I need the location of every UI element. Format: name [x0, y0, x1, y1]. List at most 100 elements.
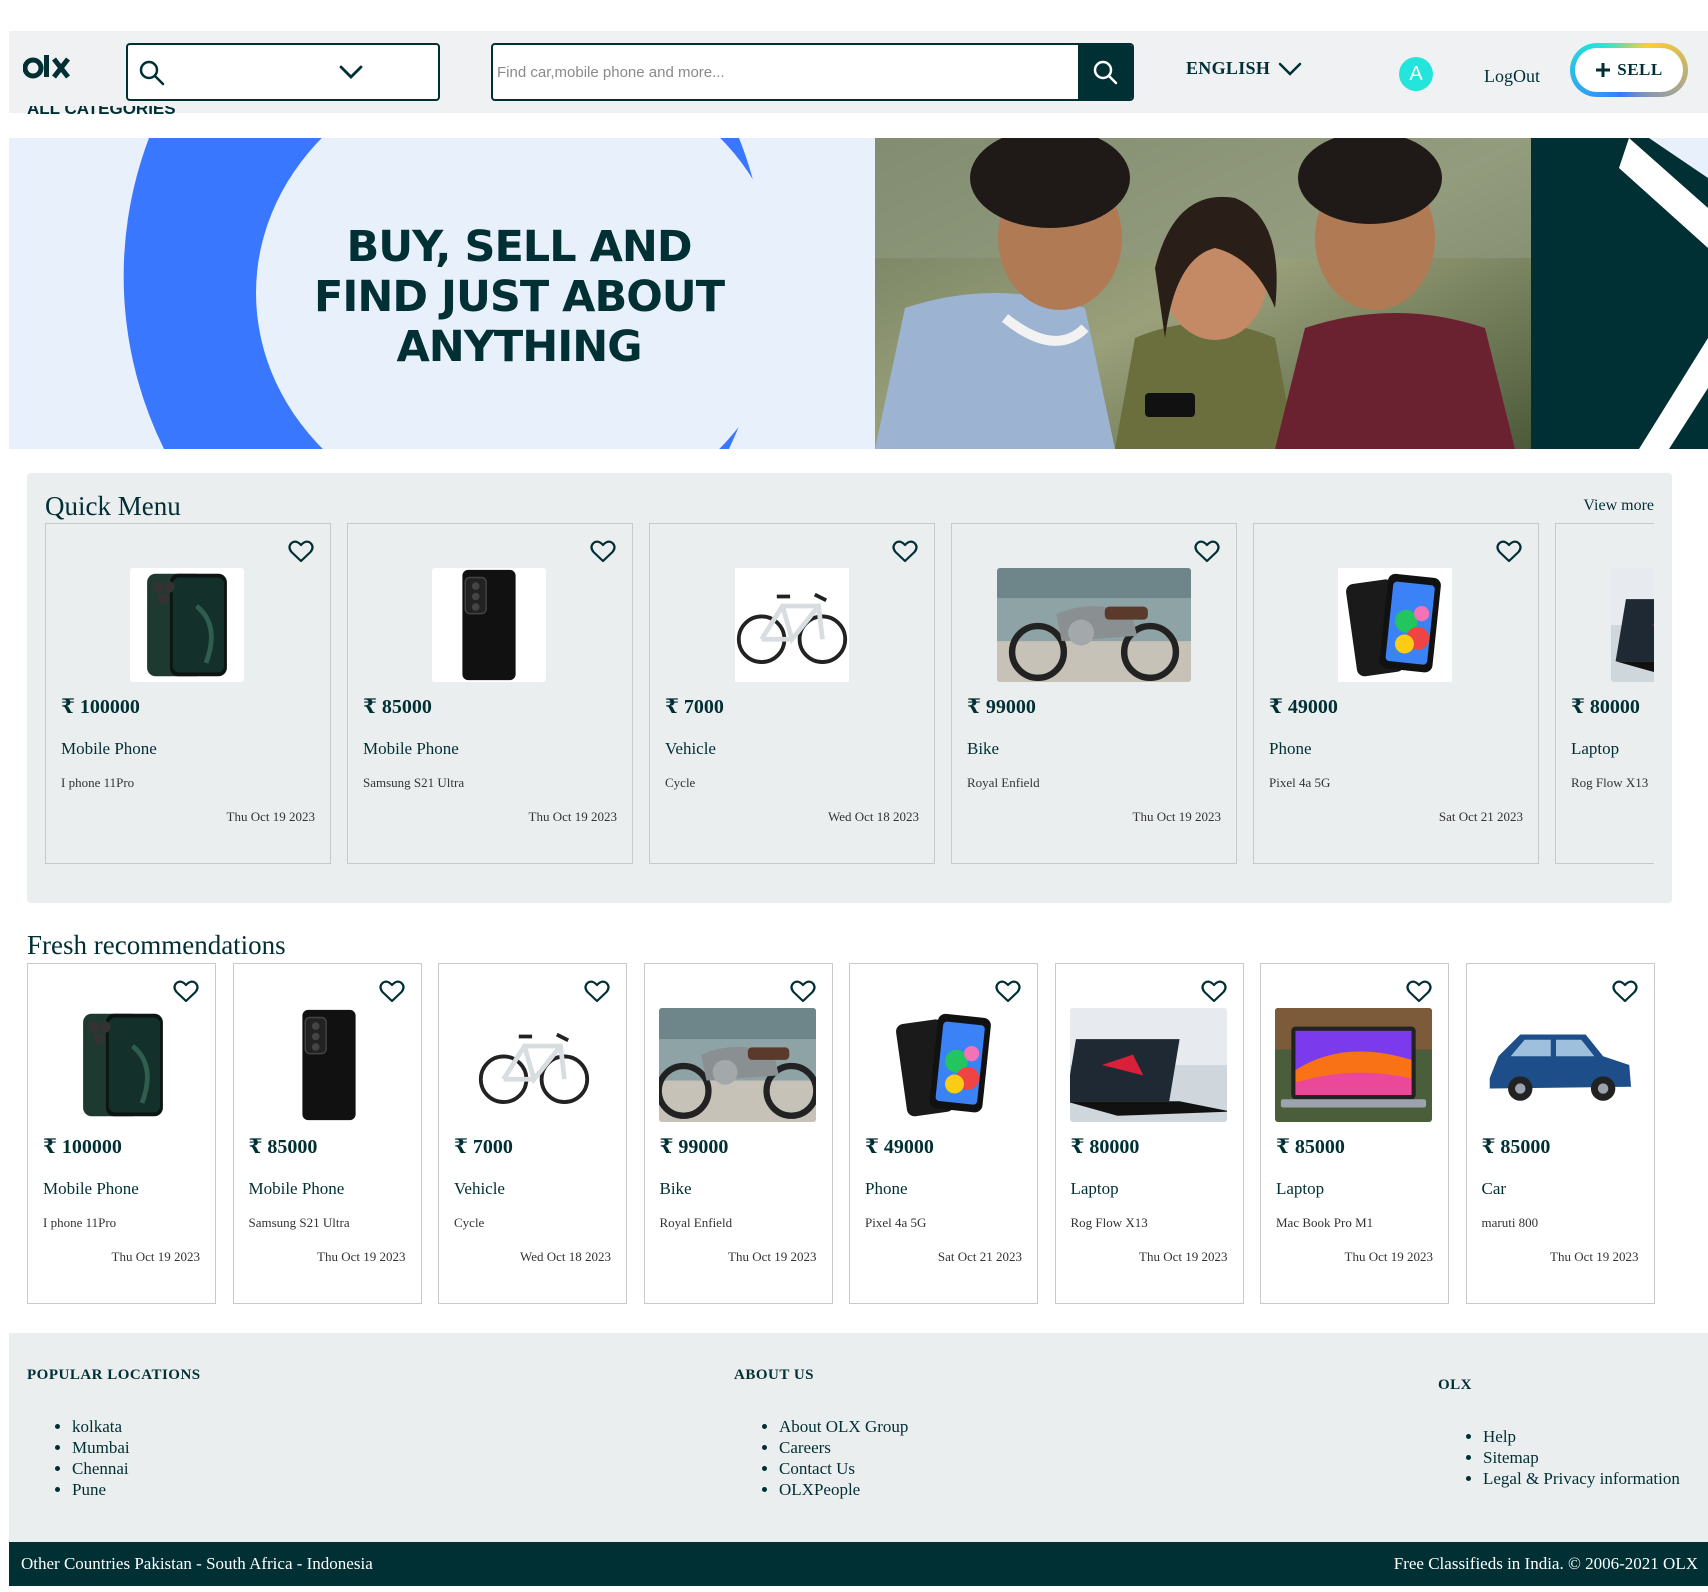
- heart-icon[interactable]: [1496, 540, 1522, 564]
- favorite-button[interactable]: [584, 980, 610, 1009]
- heart-icon[interactable]: [995, 980, 1021, 1004]
- favorite-button[interactable]: [590, 540, 616, 569]
- banner-headline-line3: ANYTHING: [396, 322, 642, 372]
- product-price: ₹ 80000: [1571, 696, 1640, 718]
- favorite-button[interactable]: [1200, 980, 1227, 1009]
- product-category: Laptop: [1070, 1179, 1119, 1198]
- heart-icon[interactable]: [584, 980, 610, 1004]
- favorite-button[interactable]: [1496, 540, 1522, 569]
- footer-link[interactable]: Legal & Privacy information: [1483, 1468, 1680, 1489]
- footer-link[interactable]: Mumbai: [72, 1437, 201, 1458]
- product-model: Pixel 4a 5G: [1269, 775, 1331, 790]
- product-date: Thu Oct 19 2023: [1139, 1249, 1228, 1264]
- olx-links-list: Help Sitemap Legal & Privacy information: [1438, 1426, 1680, 1489]
- product-price: ₹ 85000: [248, 1136, 318, 1158]
- footer-link[interactable]: kolkata: [72, 1416, 201, 1437]
- product-price: ₹ 99000: [967, 696, 1036, 718]
- fresh-recommendations-grid: ₹ 100000 Mobile Phone I phone 11Pro Thu Oct…: [27, 963, 1657, 1304]
- footer-link[interactable]: About OLX Group: [779, 1416, 908, 1437]
- product-date: Sat Oct 21 2023: [937, 1249, 1022, 1264]
- product-card[interactable]: ₹ 7000 Vehicle Cycle Wed Oct 18 2023: [438, 963, 627, 1304]
- product-card[interactable]: ₹ 99000 Bike Royal Enfield Thu Oct 19 2023: [643, 963, 833, 1304]
- footer-link[interactable]: OLXPeople: [779, 1479, 908, 1500]
- favorite-button[interactable]: [789, 980, 816, 1009]
- heart-icon[interactable]: [1611, 980, 1638, 1004]
- location-select[interactable]: [126, 43, 440, 101]
- language-selector[interactable]: ENGLISH: [1186, 58, 1302, 79]
- product-card[interactable]: ₹ 99000 Bike Royal Enfield Thu Oct 19 2023: [951, 523, 1237, 864]
- product-image: [130, 568, 244, 682]
- heart-icon[interactable]: [1200, 980, 1227, 1004]
- heart-icon[interactable]: [173, 980, 199, 1004]
- heart-icon[interactable]: [590, 540, 616, 564]
- favorite-button[interactable]: [1611, 980, 1638, 1009]
- chevron-down-icon: [1278, 62, 1302, 76]
- product-category: Bike: [659, 1179, 692, 1198]
- product-image: [997, 568, 1191, 682]
- hero-banner[interactable]: BUY, SELL AND FIND JUST ABOUT ANYTHING: [9, 138, 1708, 449]
- view-more-link[interactable]: View more: [1583, 497, 1654, 515]
- banner-headline-line2: FIND JUST ABOUT: [313, 272, 725, 322]
- product-card[interactable]: ₹ 85000 Car maruti 800 Thu Oct 19 2023: [1465, 963, 1655, 1304]
- product-date: Thu Oct 19 2023: [226, 809, 315, 824]
- about-us-list: About OLX Group Careers Contact Us OLXPe…: [734, 1416, 908, 1500]
- favorite-button[interactable]: [1194, 540, 1220, 569]
- product-card[interactable]: ₹ 49000 Phone Pixel 4a 5G Sat Oct 21 2023: [849, 963, 1038, 1304]
- logout-button[interactable]: LogOut: [1484, 66, 1540, 87]
- footer-link[interactable]: Sitemap: [1483, 1447, 1680, 1468]
- product-category: Vehicle: [454, 1179, 505, 1198]
- product-card[interactable]: ₹ 85000 Mobile Phone Samsung S21 Ultra Thu …: [347, 523, 633, 864]
- product-card[interactable]: ₹ 85000 Laptop Mac Book Pro M1 Thu Oct 19 2…: [1260, 963, 1449, 1304]
- heart-icon[interactable]: [892, 540, 918, 564]
- footer-olx: OLX Help Sitemap Legal & Privacy informa…: [1438, 1377, 1680, 1489]
- footer-link[interactable]: Contact Us: [779, 1458, 908, 1479]
- footer-popular-locations: POPULAR LOCATIONS kolkata Mumbai Chennai…: [27, 1367, 201, 1500]
- product-card[interactable]: ₹ 80000LaptopRog Flow X13Thu Oct 19 2023: [1054, 963, 1244, 1304]
- other-countries: Other Countries Pakistan - South Africa …: [21, 1554, 373, 1573]
- favorite-button[interactable]: [1406, 980, 1432, 1009]
- product-card[interactable]: ₹ 85000 Mobile Phone Samsung S21 Ultra Thu …: [232, 963, 422, 1304]
- product-image: [269, 1008, 389, 1122]
- favorite-button[interactable]: [288, 540, 314, 569]
- product-price: ₹ 85000: [1481, 1136, 1551, 1158]
- product-card[interactable]: ₹ 100000 Mobile Phone I phone 11Pro Thu Oct…: [27, 963, 216, 1304]
- product-category: Vehicle: [665, 739, 716, 758]
- heart-icon[interactable]: [378, 980, 405, 1004]
- search-input[interactable]: [493, 45, 1079, 99]
- bottom-bar: Other Countries Pakistan - South Africa …: [9, 1542, 1708, 1586]
- footer-link[interactable]: Help: [1483, 1426, 1680, 1447]
- product-price: ₹ 7000: [665, 696, 724, 718]
- heart-icon[interactable]: [789, 980, 816, 1004]
- quick-menu-carousel[interactable]: ₹ 100000 Mobile Phone I phone 11Pro Thu Oct…: [45, 523, 1654, 864]
- sell-button[interactable]: SELL: [1570, 43, 1688, 97]
- avatar[interactable]: A: [1399, 57, 1433, 91]
- favorite-button[interactable]: [995, 980, 1021, 1009]
- heart-icon[interactable]: [1406, 980, 1432, 1004]
- product-card[interactable]: ₹ 7000 Vehicle Cycle Wed Oct 18 2023: [649, 523, 935, 864]
- footer-link[interactable]: Careers: [779, 1437, 908, 1458]
- heart-icon[interactable]: [1194, 540, 1220, 564]
- sell-label: SELL: [1617, 60, 1663, 79]
- search-icon: [1093, 60, 1118, 85]
- footer-link[interactable]: Chennai: [72, 1458, 201, 1479]
- search-button[interactable]: [1078, 45, 1132, 99]
- all-categories-menu[interactable]: ALL CATEGORIES: [27, 106, 176, 120]
- heart-icon[interactable]: [288, 540, 314, 564]
- product-image: [1611, 568, 1654, 682]
- product-model: Cycle: [665, 775, 696, 790]
- product-price: ₹ 49000: [865, 1136, 934, 1158]
- product-category: Laptop: [1571, 739, 1620, 758]
- product-card[interactable]: ₹ 49000 Phone Pixel 4a 5G Sat Oct 21 2023: [1253, 523, 1539, 864]
- product-date: Thu Oct 19 2023: [111, 1249, 200, 1264]
- product-card[interactable]: ₹ 100000 Mobile Phone I phone 11Pro Thu Oct…: [45, 523, 331, 864]
- footer-heading: ABOUT US: [734, 1367, 814, 1383]
- product-card[interactable]: ₹ 80000LaptopRog Flow X13Thu Oct 19 2023: [1555, 523, 1654, 864]
- chevron-down-icon[interactable]: [338, 61, 364, 83]
- product-category: Mobile Phone: [43, 1179, 139, 1198]
- favorite-button[interactable]: [892, 540, 918, 569]
- footer-link[interactable]: Pune: [72, 1479, 201, 1500]
- olx-logo[interactable]: [23, 51, 79, 85]
- favorite-button[interactable]: [378, 980, 405, 1009]
- favorite-button[interactable]: [173, 980, 199, 1009]
- product-image: [1069, 1008, 1227, 1122]
